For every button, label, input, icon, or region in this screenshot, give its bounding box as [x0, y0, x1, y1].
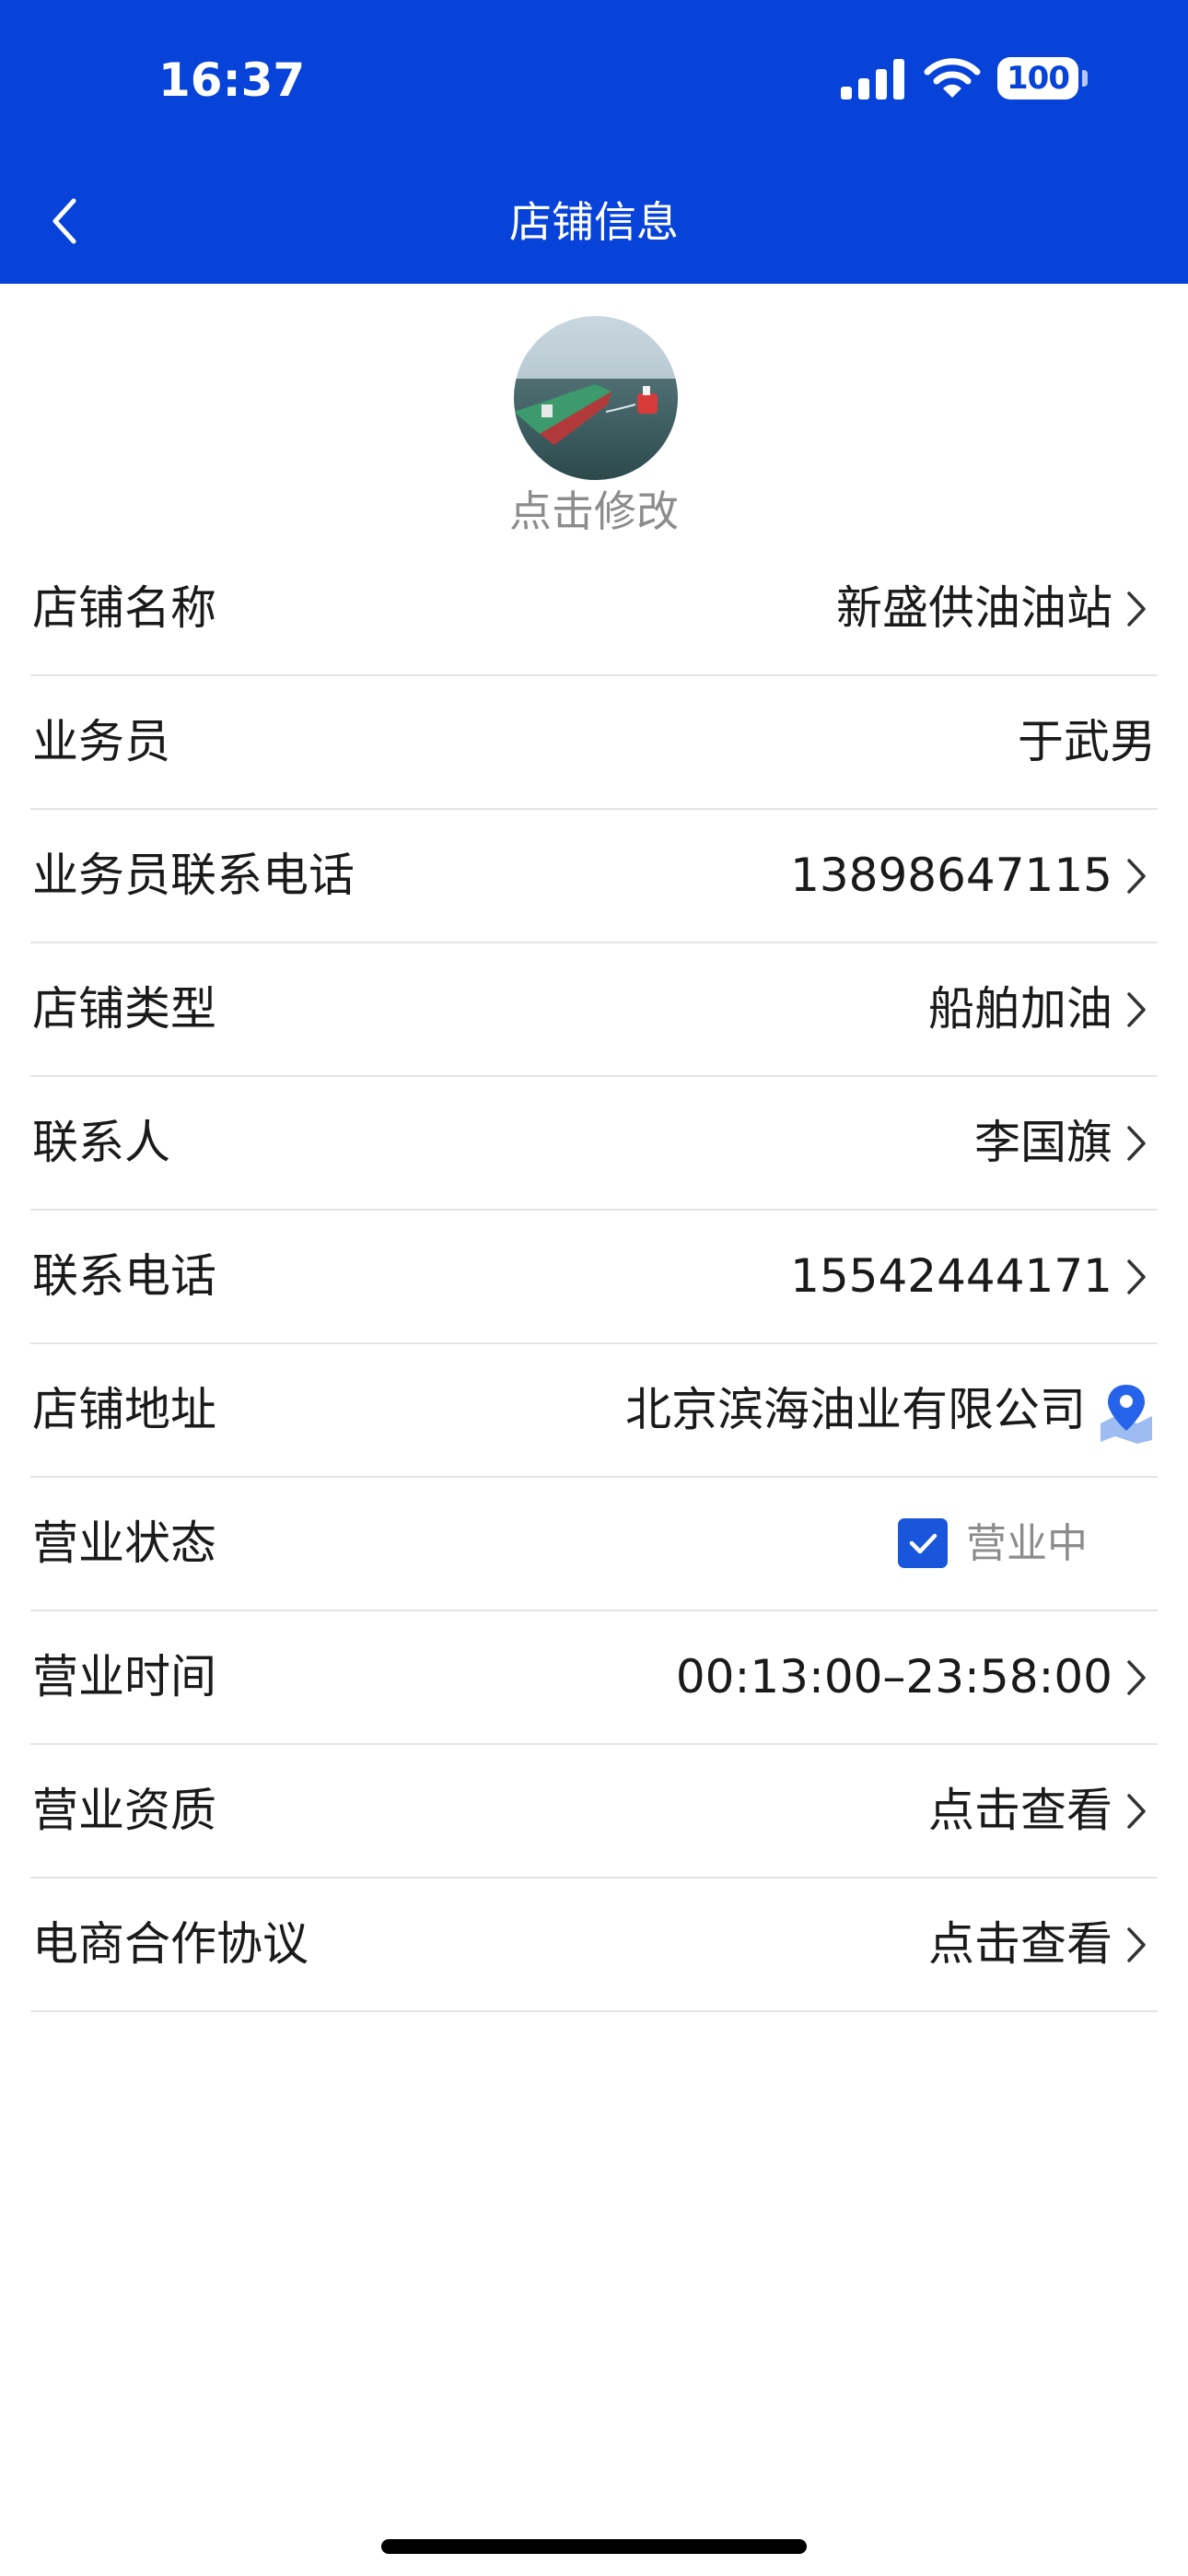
chevron-right-icon — [1127, 1259, 1146, 1294]
chevron-right-icon — [1127, 591, 1146, 626]
chevron-right-icon — [1127, 1927, 1146, 1962]
row-label: 店铺名称 — [32, 581, 216, 635]
row-label: 营业资质 — [32, 1784, 216, 1837]
row-label: 店铺地址 — [32, 1383, 216, 1436]
row-label: 营业状态 — [32, 1516, 216, 1570]
row-label: 店铺类型 — [32, 982, 216, 1036]
row-value: 新盛供油油站 — [836, 581, 1112, 635]
chevron-right-icon — [1127, 1126, 1146, 1161]
row-agreement[interactable]: 电商合作协议 点击查看 — [30, 1879, 1158, 2012]
cellular-signal-icon — [841, 59, 904, 100]
chevron-right-icon — [1127, 992, 1146, 1027]
status-time: 16:37 — [158, 53, 306, 107]
home-indicator[interactable] — [381, 2539, 807, 2554]
row-value: 于武男 — [1018, 715, 1156, 768]
row-label: 电商合作协议 — [32, 1917, 309, 1971]
business-status-checkbox[interactable] — [898, 1518, 948, 1568]
row-label: 营业时间 — [32, 1650, 216, 1704]
row-value: 李国旗 — [974, 1116, 1112, 1169]
shop-info-list: 店铺名称 新盛供油油站 业务员 于武男 业务员联系电话 13898647115 … — [30, 543, 1158, 2012]
row-value: 北京滨海油业有限公司 — [625, 1383, 1086, 1436]
row-contact-phone[interactable]: 联系电话 15542444171 — [30, 1211, 1158, 1344]
chevron-right-icon — [1127, 1794, 1146, 1829]
row-value: 点击查看 — [928, 1917, 1112, 1971]
row-business-status: 营业状态 营业中 — [30, 1478, 1158, 1611]
row-shop-type[interactable]: 店铺类型 船舶加油 — [30, 943, 1158, 1077]
map-location-icon[interactable] — [1095, 1381, 1158, 1444]
business-status-text: 营业中 — [966, 1520, 1088, 1567]
row-value: 15542444171 — [790, 1249, 1112, 1303]
row-salesman-phone[interactable]: 业务员联系电话 13898647115 — [30, 810, 1158, 943]
row-value: 13898647115 — [790, 849, 1112, 902]
row-label: 联系电话 — [32, 1249, 216, 1303]
wifi-icon — [924, 58, 981, 98]
row-value: 点击查看 — [928, 1784, 1112, 1837]
avatar-image — [514, 316, 678, 480]
row-salesman: 业务员 于武男 — [30, 676, 1158, 810]
battery-tip — [1082, 70, 1088, 87]
row-label: 联系人 — [32, 1116, 170, 1169]
row-value: 船舶加油 — [928, 982, 1112, 1036]
row-label: 业务员 — [32, 715, 170, 768]
row-qualification[interactable]: 营业资质 点击查看 — [30, 1745, 1158, 1879]
row-address[interactable]: 店铺地址 北京滨海油业有限公司 — [30, 1344, 1158, 1478]
row-contact[interactable]: 联系人 李国旗 — [30, 1077, 1158, 1211]
chevron-right-icon — [1127, 1660, 1146, 1695]
row-shop-name[interactable]: 店铺名称 新盛供油油站 — [30, 543, 1158, 676]
header-bar: 16:37 100 店铺信息 — [0, 0, 1188, 284]
row-label: 业务员联系电话 — [32, 849, 355, 902]
row-value: 00:13:00–23:58:00 — [675, 1650, 1112, 1704]
chevron-right-icon — [1127, 859, 1146, 894]
page-title: 店铺信息 — [509, 197, 679, 247]
battery-icon: 100 — [997, 57, 1078, 100]
avatar-caption: 点击修改 — [509, 486, 679, 536]
shop-avatar[interactable] — [514, 316, 678, 480]
row-business-hours[interactable]: 营业时间 00:13:00–23:58:00 — [30, 1611, 1158, 1745]
